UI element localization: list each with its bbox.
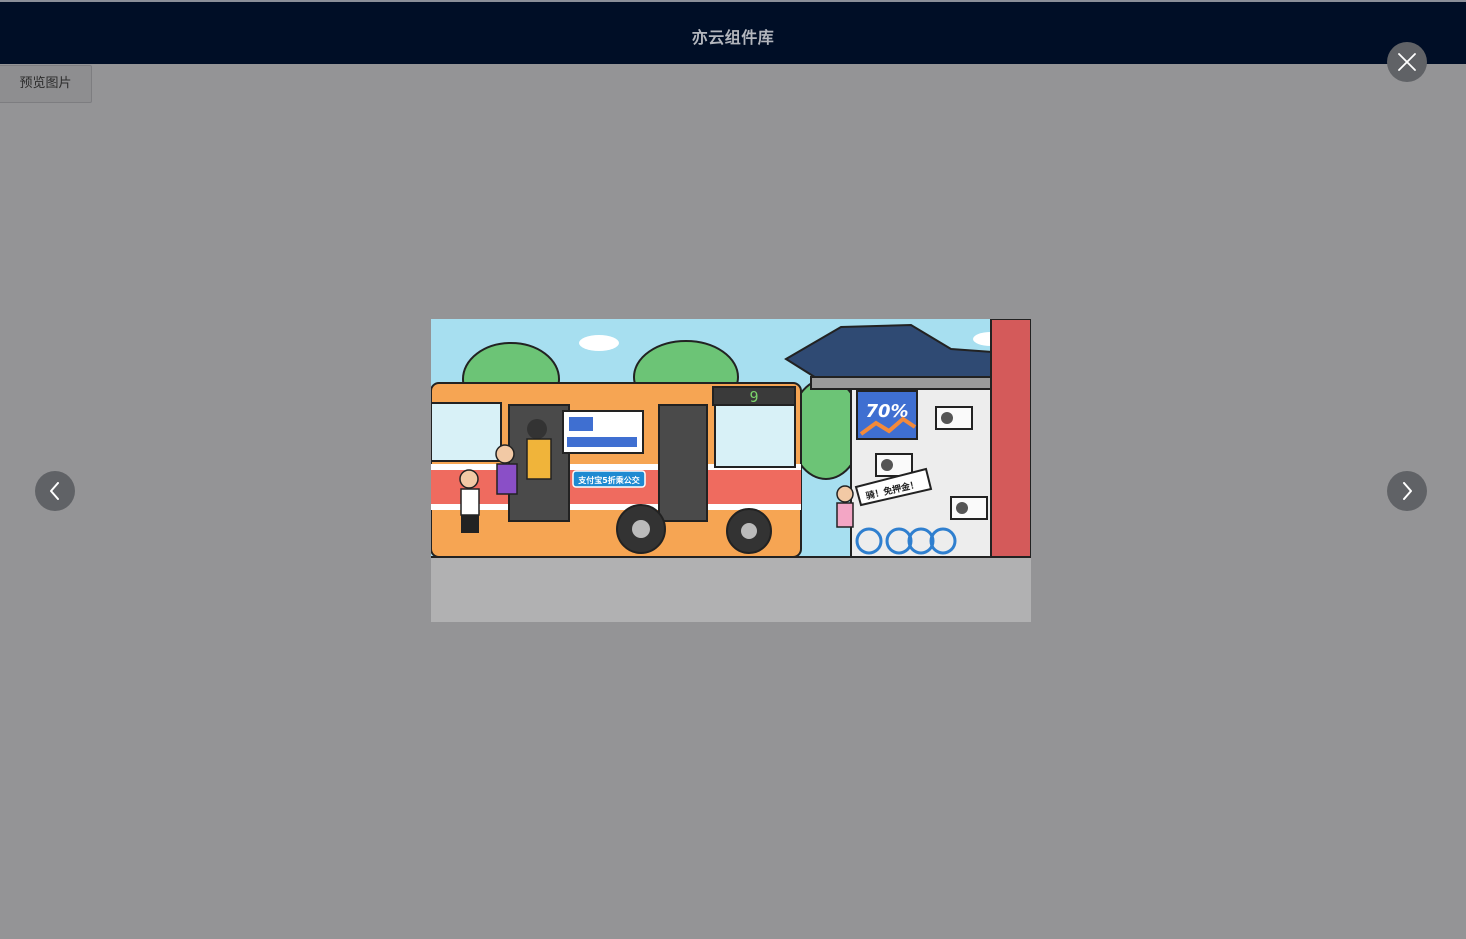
bus-route-number: 9 <box>749 388 758 406</box>
chevron-left-icon <box>48 482 62 500</box>
bus-side-banner: 支付宝5折乘公交 <box>577 475 640 485</box>
preview-image-button[interactable]: 预览图片 <box>0 65 92 103</box>
app-title: 亦云组件库 <box>691 28 775 47</box>
app-header: 亦云组件库 <box>0 0 1466 64</box>
chevron-right-icon <box>1400 482 1414 500</box>
bus-stop-illustration: 70% 骑！免押金！ 9 支付宝5折乘公交 <box>431 319 1031 558</box>
close-icon <box>1398 53 1416 71</box>
previous-image-button[interactable] <box>35 471 75 511</box>
preview-image: 70% 骑！免押金！ 9 支付宝5折乘公交 <box>431 319 1031 622</box>
next-image-button[interactable] <box>1387 471 1427 511</box>
close-button[interactable] <box>1387 42 1427 82</box>
